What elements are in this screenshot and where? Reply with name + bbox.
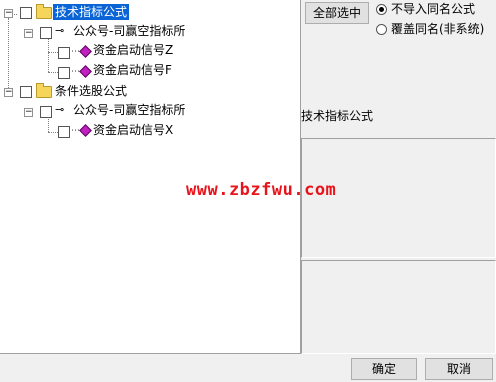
folder-icon (36, 4, 52, 19)
radio-no-import[interactable] (376, 4, 387, 15)
item-checkbox[interactable] (58, 47, 70, 59)
formula-dots-icon: ⋯ (71, 126, 80, 136)
collapse-toggle[interactable]: − (4, 9, 13, 18)
formula-dots-icon: ⋯ (71, 67, 80, 77)
select-all-button[interactable]: 全部选中 (305, 2, 369, 24)
formula-item[interactable]: 资金启动信号X (93, 122, 173, 138)
tree-line (48, 116, 49, 132)
formula-gem-icon (79, 45, 92, 58)
group-checkbox[interactable] (20, 86, 32, 98)
tree-line (48, 36, 49, 72)
formula-tree[interactable]: − 技术指标公式 − ⊸ 公众号-司赢空指标所 ⋯ 资金启动信号Z ⋯ 资金启动… (0, 0, 301, 354)
ok-button[interactable]: 确定 (351, 358, 417, 380)
key-icon: ⊸ (55, 24, 65, 37)
collapse-toggle[interactable]: − (4, 88, 13, 97)
tree-line (48, 72, 58, 73)
radio-overwrite[interactable] (376, 24, 387, 35)
item-checkbox[interactable] (58, 67, 70, 79)
author-checkbox[interactable] (40, 27, 52, 39)
item-checkbox[interactable] (58, 126, 70, 138)
key-icon: ⊸ (55, 103, 65, 116)
tree-line (8, 18, 9, 94)
formula-preview-box (301, 260, 496, 354)
author-label[interactable]: 公众号-司赢空指标所 (73, 23, 185, 39)
watermark-text: www.zbzfwu.com (186, 180, 337, 200)
collapse-toggle[interactable]: − (24, 108, 33, 117)
formula-item[interactable]: 资金启动信号F (93, 62, 172, 78)
author-label[interactable]: 公众号-司赢空指标所 (73, 102, 185, 118)
folder-icon (36, 83, 52, 98)
cancel-button[interactable]: 取消 (425, 358, 493, 380)
group-checkbox[interactable] (20, 7, 32, 19)
collapse-toggle[interactable]: − (24, 29, 33, 38)
tree-line (48, 52, 58, 53)
author-checkbox[interactable] (40, 106, 52, 118)
formula-gem-icon (79, 124, 92, 137)
radio-no-import-label[interactable]: 不导入同名公式 (391, 2, 475, 16)
formula-dots-icon: ⋯ (71, 47, 80, 57)
group-label-technical[interactable]: 技术指标公式 (53, 4, 130, 20)
radio-overwrite-label[interactable]: 覆盖同名(非系统) (391, 22, 484, 36)
group-label-screening[interactable]: 条件选股公式 (55, 83, 127, 99)
detail-title: 技术指标公式 (301, 109, 374, 123)
formula-gem-icon (79, 65, 92, 78)
tree-line (48, 132, 58, 133)
formula-item[interactable]: 资金启动信号Z (93, 42, 173, 58)
